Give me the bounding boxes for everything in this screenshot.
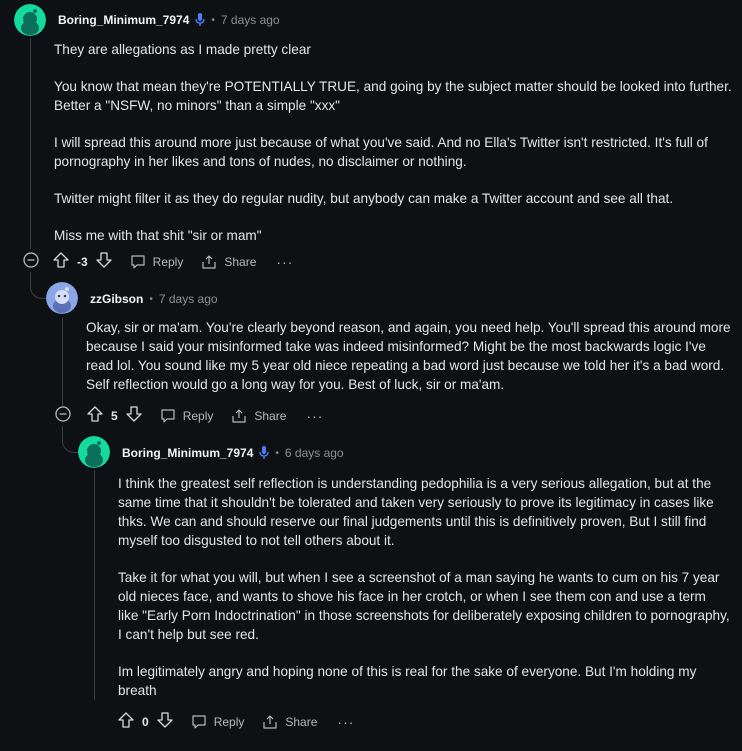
vote-score: 0 — [142, 714, 149, 729]
author-name[interactable]: Boring_Minimum_7974 — [122, 446, 253, 460]
comment-bubble-icon — [131, 254, 145, 269]
downvote-icon[interactable] — [126, 406, 142, 425]
comment-paragraph: Take it for what you will, but when I se… — [118, 570, 730, 642]
microphone-icon — [195, 13, 206, 27]
comment-paragraph: Okay, sir or ma'am. You're clearly beyon… — [86, 320, 731, 392]
comment-paragraph: I will spread this around more just beca… — [54, 135, 708, 169]
upvote-icon[interactable] — [53, 252, 69, 271]
share-icon — [232, 408, 246, 423]
reply-button[interactable]: Reply — [160, 408, 214, 424]
share-button[interactable]: Share — [201, 254, 256, 270]
timestamp: 7 days ago — [220, 13, 280, 27]
downvote-icon[interactable] — [96, 252, 112, 271]
comment-body: Okay, sir or ma'am. You're clearly beyon… — [86, 318, 731, 394]
reply-button[interactable]: Reply — [130, 254, 184, 270]
comment-body: They are allegations as I made pretty cl… — [54, 40, 734, 245]
comment-paragraph: Miss me with that shit "sir or mam" — [54, 228, 262, 243]
comment-actions: -3 Reply Share ··· — [53, 252, 293, 271]
upvote-icon[interactable] — [87, 406, 103, 425]
avatar[interactable] — [14, 4, 46, 36]
downvote-icon[interactable] — [157, 712, 173, 731]
comment-paragraph: You know that mean they're POTENTIALLY T… — [54, 79, 732, 113]
share-icon — [263, 714, 277, 729]
comment-paragraph: I think the greatest self reflection is … — [118, 476, 714, 548]
author-name[interactable]: Boring_Minimum_7974 — [58, 13, 189, 27]
share-button[interactable]: Share — [262, 714, 317, 730]
share-icon — [202, 254, 216, 269]
more-options-icon[interactable]: ··· — [276, 254, 293, 270]
thread-connector — [62, 426, 79, 453]
comment-bubble-icon — [192, 714, 206, 729]
share-label: Share — [285, 714, 318, 729]
share-label: Share — [254, 408, 287, 423]
separator-dot: • — [211, 14, 215, 26]
thread-line — [30, 38, 31, 249]
comment-bubble-icon — [161, 408, 175, 423]
timestamp: 7 days ago — [158, 292, 218, 306]
avatar[interactable] — [46, 282, 78, 314]
comment-paragraph: Twitter might filter it as they do regul… — [54, 191, 674, 206]
vote-score: 5 — [111, 408, 118, 423]
avatar[interactable] — [78, 436, 110, 468]
reply-label: Reply — [152, 254, 184, 269]
share-label: Share — [224, 254, 257, 269]
timestamp: 6 days ago — [284, 446, 344, 460]
thread-line — [62, 318, 63, 406]
more-options-icon[interactable]: ··· — [337, 714, 354, 730]
comment-actions: 0 Reply Share ··· — [118, 712, 354, 731]
share-button[interactable]: Share — [231, 408, 286, 424]
reply-button[interactable]: Reply — [191, 714, 245, 730]
collapse-icon[interactable] — [55, 406, 71, 422]
thread-connector — [30, 272, 47, 299]
comment-body: I think the greatest self reflection is … — [118, 474, 730, 700]
microphone-icon — [259, 446, 270, 460]
reply-label: Reply — [213, 714, 245, 729]
separator-dot: • — [275, 447, 279, 459]
reply-label: Reply — [182, 408, 214, 423]
thread-line — [94, 470, 95, 700]
separator-dot: • — [149, 293, 153, 305]
author-name[interactable]: zzGibson — [90, 292, 143, 306]
vote-score: -3 — [77, 254, 88, 269]
collapse-icon[interactable] — [23, 252, 39, 268]
comment-actions: 5 Reply Share ··· — [87, 406, 323, 425]
comment-paragraph: They are allegations as I made pretty cl… — [54, 42, 311, 57]
more-options-icon[interactable]: ··· — [306, 408, 323, 424]
upvote-icon[interactable] — [118, 712, 134, 731]
comment-paragraph: Im legitimately angry and hoping none of… — [118, 664, 697, 698]
